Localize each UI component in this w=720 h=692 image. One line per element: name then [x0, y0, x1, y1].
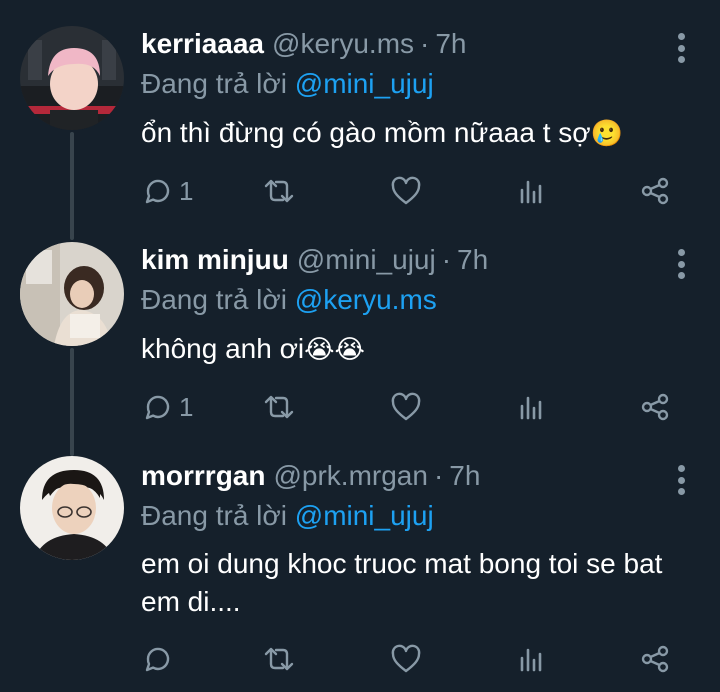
tweet-body: không anh ơi — [141, 333, 305, 364]
tweet-body: em oi dung khoc truoc mat bong toi se ba… — [141, 548, 663, 617]
timestamp[interactable]: 7h — [457, 244, 488, 276]
reply-count: 1 — [179, 391, 194, 422]
timestamp[interactable]: 7h — [449, 460, 480, 492]
tweet-header: morrrgan @prk.mrgan · 7h — [141, 460, 480, 494]
emoji: 🥲 — [590, 118, 624, 148]
separator: · — [441, 244, 452, 275]
tweet-header: kim minjuu @mini_ujuj · 7h — [141, 244, 488, 278]
tweet-header: kerriaaaa @keryu.ms · 7h — [141, 28, 467, 62]
share-button[interactable] — [639, 642, 671, 676]
avatar[interactable] — [20, 26, 124, 130]
tweet-actions: 1 — [141, 174, 701, 208]
analytics-icon — [520, 396, 542, 420]
emoji: 😭😭 — [304, 334, 365, 364]
share-icon — [641, 393, 669, 421]
replying-to: Đang trả lời @mini_ujuj — [141, 68, 434, 100]
replying-prefix: Đang trả lời — [141, 284, 295, 315]
timestamp[interactable]: 7h — [435, 28, 466, 60]
user-handle[interactable]: @mini_ujuj — [297, 244, 436, 276]
like-button[interactable] — [390, 390, 422, 424]
display-name[interactable]: kerriaaaa — [141, 28, 264, 60]
heart-icon — [391, 392, 421, 421]
more-vertical-icon[interactable] — [676, 465, 686, 495]
retweet-icon — [264, 179, 294, 203]
mention-link[interactable]: @mini_ujuj — [295, 500, 434, 531]
avatar[interactable] — [20, 242, 124, 346]
analytics-icon — [520, 180, 542, 204]
retweet-button[interactable] — [261, 174, 297, 208]
reply-icon — [145, 179, 170, 204]
reply-count: 1 — [179, 175, 194, 206]
replying-prefix: Đang trả lời — [141, 500, 295, 531]
reply-icon — [145, 395, 170, 420]
separator: · — [433, 460, 444, 491]
replying-to: Đang trả lời @mini_ujuj — [141, 500, 434, 532]
retweet-icon — [264, 395, 294, 419]
tweet-actions — [141, 642, 701, 676]
mention-link[interactable]: @mini_ujuj — [295, 68, 434, 99]
more-vertical-icon[interactable] — [676, 249, 686, 279]
display-name[interactable]: kim minjuu — [141, 244, 289, 276]
replying-prefix: Đang trả lời — [141, 68, 295, 99]
tweet-text: không anh ơi😭😭 — [141, 330, 701, 368]
analytics-button[interactable] — [517, 390, 547, 424]
reply-button[interactable] — [143, 642, 173, 676]
analytics-button[interactable] — [517, 174, 547, 208]
reply-button[interactable]: 1 — [143, 390, 193, 424]
retweet-button[interactable] — [261, 642, 297, 676]
share-button[interactable] — [639, 390, 671, 424]
avatar[interactable] — [20, 456, 124, 560]
tweet-text: ổn thì đừng có gào mồm nữaaa t sợ🥲 — [141, 114, 701, 152]
more-vertical-icon[interactable] — [676, 33, 686, 63]
share-icon — [641, 177, 669, 205]
heart-icon — [391, 644, 421, 673]
user-handle[interactable]: @keryu.ms — [272, 28, 414, 60]
mention-link[interactable]: @keryu.ms — [295, 284, 437, 315]
replying-to: Đang trả lời @keryu.ms — [141, 284, 437, 316]
tweet-actions: 1 — [141, 390, 701, 424]
analytics-icon — [520, 648, 542, 672]
tweet[interactable]: kerriaaaa @keryu.ms · 7h Đang trả lời @m… — [0, 0, 720, 228]
share-button[interactable] — [639, 174, 671, 208]
reply-icon — [145, 647, 170, 672]
retweet-button[interactable] — [261, 390, 297, 424]
tweet[interactable]: kim minjuu @mini_ujuj · 7h Đang trả lời … — [0, 216, 720, 444]
retweet-icon — [264, 647, 294, 671]
heart-icon — [391, 176, 421, 205]
tweet[interactable]: morrrgan @prk.mrgan · 7h Đang trả lời @m… — [0, 432, 720, 692]
share-icon — [641, 645, 669, 673]
like-button[interactable] — [390, 642, 422, 676]
analytics-button[interactable] — [517, 642, 547, 676]
display-name[interactable]: morrrgan — [141, 460, 265, 492]
tweet-body: ổn thì đừng có gào mồm nữaaa t sợ — [141, 117, 591, 148]
separator: · — [420, 28, 430, 59]
user-handle[interactable]: @prk.mrgan — [273, 460, 427, 492]
tweet-text: em oi dung khoc truoc mat bong toi se ba… — [141, 545, 697, 621]
like-button[interactable] — [390, 174, 422, 208]
reply-button[interactable]: 1 — [143, 174, 193, 208]
